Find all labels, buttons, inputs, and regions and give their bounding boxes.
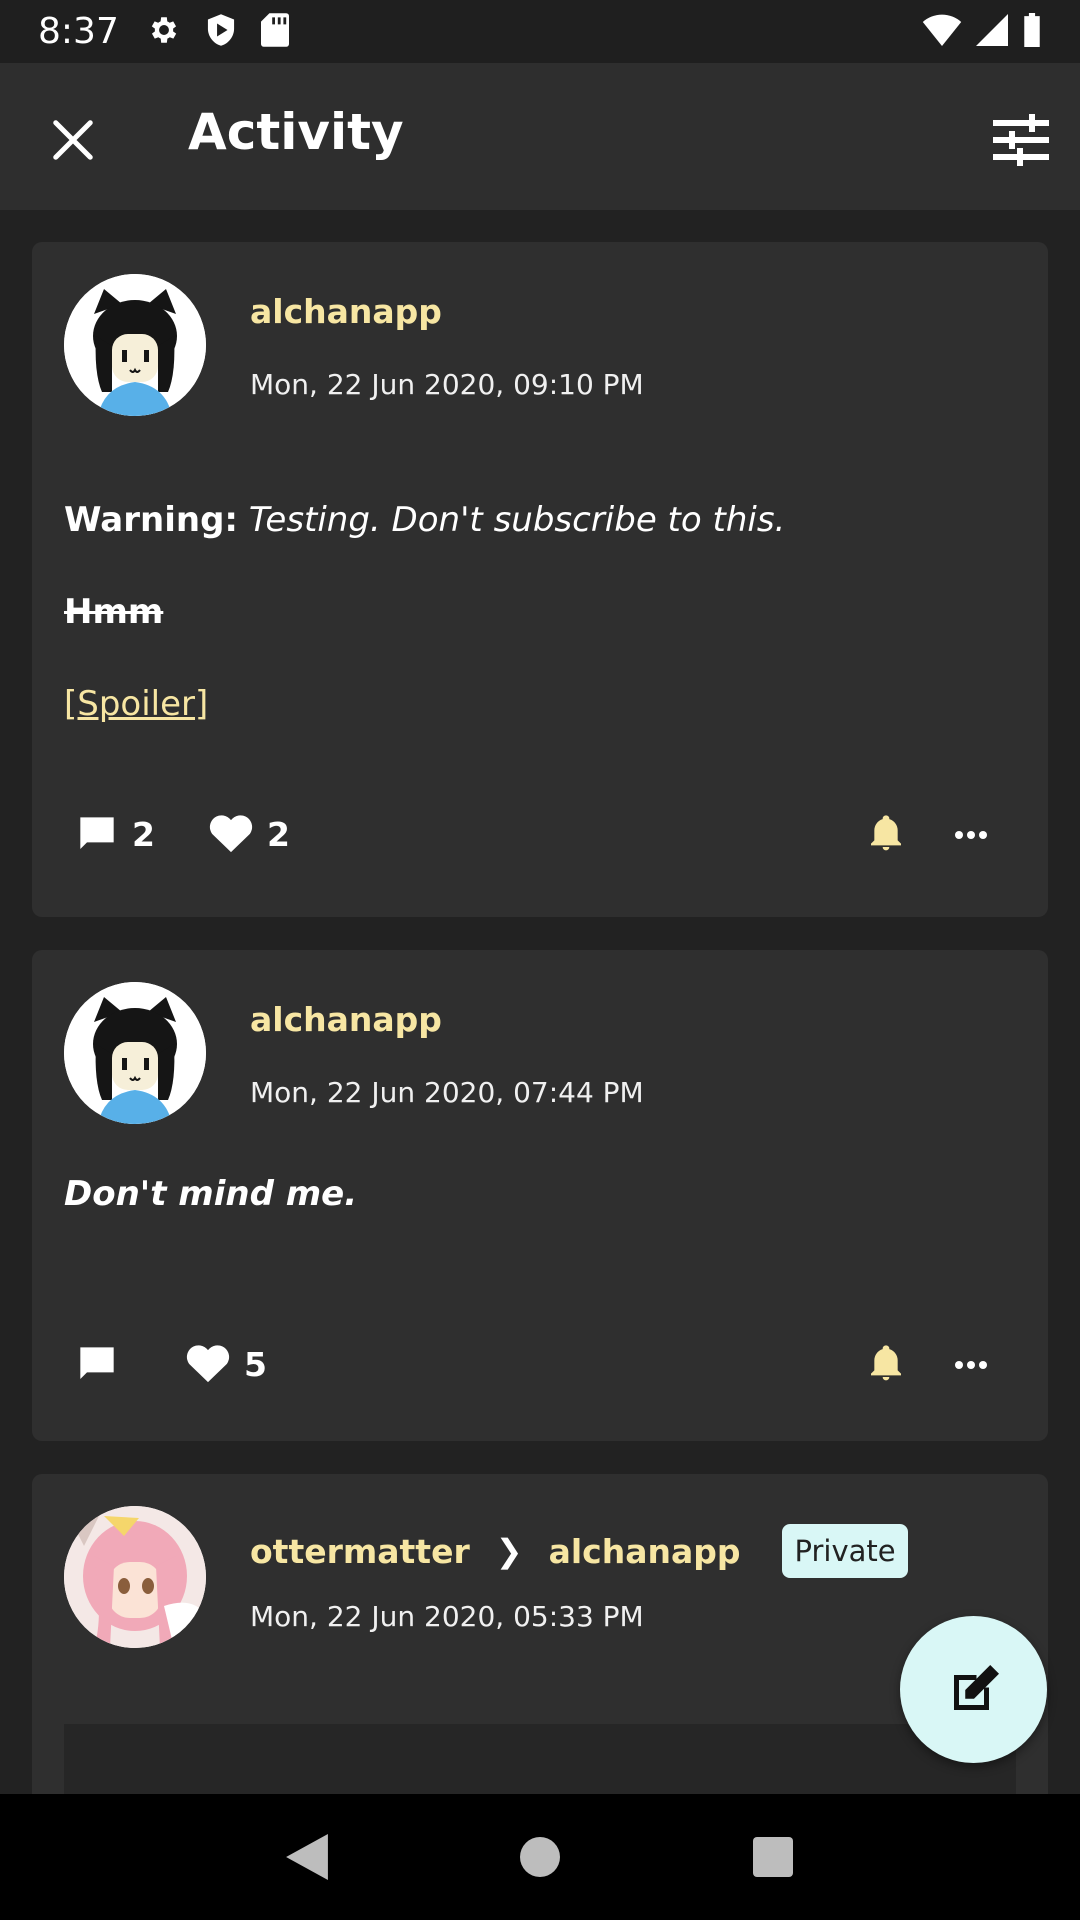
like-button[interactable]: 2 [209,814,290,854]
heart-icon [209,815,253,853]
post-date: Mon, 22 Jun 2020, 07:44 PM [250,1076,644,1109]
system-nav-bar [0,1794,1080,1920]
bell-icon [871,1345,901,1381]
username[interactable]: alchanapp [250,292,442,331]
filter-button[interactable] [986,105,1056,175]
like-button[interactable]: 5 [186,1344,267,1384]
sd-card-icon [260,12,289,51]
like-count: 5 [244,1344,267,1384]
activity-card[interactable]: ottermatter ❯ alchanapp Private Mon, 22 … [32,1474,1048,1814]
post-date: Mon, 22 Jun 2020, 05:33 PM [250,1600,644,1633]
signal-icon [976,13,1008,50]
comment-icon [80,817,114,849]
battery-icon [1022,12,1042,51]
tune-icon [993,114,1049,166]
activity-card[interactable]: alchanapp Mon, 22 Jun 2020, 09:10 PM War… [32,242,1048,917]
post-body: Don't mind me. [64,1174,358,1214]
more-button[interactable] [954,825,988,844]
warning-label: Warning: [64,500,239,540]
shield-play-icon [205,13,237,51]
page-title: Activity [188,103,404,161]
compose-button[interactable] [900,1616,1047,1763]
strikethrough-text: Hmm [64,592,164,632]
more-horiz-icon [955,1360,987,1369]
like-count: 2 [266,814,290,854]
status-time: 8:37 [38,11,119,52]
heart-icon [186,1345,230,1383]
subscribe-button[interactable] [868,1342,904,1386]
spoiler-link[interactable]: [Spoiler] [64,684,208,724]
more-horiz-icon [955,830,987,839]
comment-icon [80,1347,114,1379]
edit-square-icon [953,1664,999,1710]
avatar[interactable] [64,274,206,416]
reply-button[interactable] [76,1344,132,1384]
bell-icon [871,815,901,851]
activity-card[interactable]: alchanapp Mon, 22 Jun 2020, 07:44 PM Don… [32,950,1048,1441]
status-bar: 8:37 [0,0,1080,63]
back-button[interactable] [277,1827,337,1887]
avatar[interactable] [64,1506,206,1648]
wifi-icon [922,14,962,50]
app-bar: Activity [0,63,1080,210]
back-triangle-icon [285,1834,328,1880]
avatar[interactable] [64,982,206,1124]
username[interactable]: alchanapp [250,1000,442,1039]
gear-icon [147,13,181,51]
home-circle-icon [519,1837,560,1877]
post-date: Mon, 22 Jun 2020, 09:10 PM [250,368,644,401]
recents-button[interactable] [743,1827,803,1887]
close-icon [53,120,93,160]
post-actions: 2 2 [64,812,1016,856]
recents-square-icon [753,1837,794,1877]
chevron-right-icon: ❯ [495,1532,523,1570]
private-badge: Private [782,1524,908,1578]
warning-line: Warning: Testing. Don't subscribe to thi… [64,474,785,566]
post-actions: 5 [64,1342,1016,1386]
home-button[interactable] [510,1827,570,1887]
warning-text: Testing. Don't subscribe to this. [248,500,786,540]
reply-count: 2 [132,814,155,854]
more-button[interactable] [954,1355,988,1374]
post-content: Warning: Testing. Don't subscribe to thi… [64,474,785,750]
post-content: Don't mind me. [64,1164,357,1224]
subscribe-button[interactable] [868,812,904,856]
recipient-username[interactable]: alchanapp [549,1532,741,1571]
close-button[interactable] [38,105,108,175]
sender-username[interactable]: ottermatter [250,1532,470,1571]
reply-button[interactable]: 2 [76,814,155,854]
